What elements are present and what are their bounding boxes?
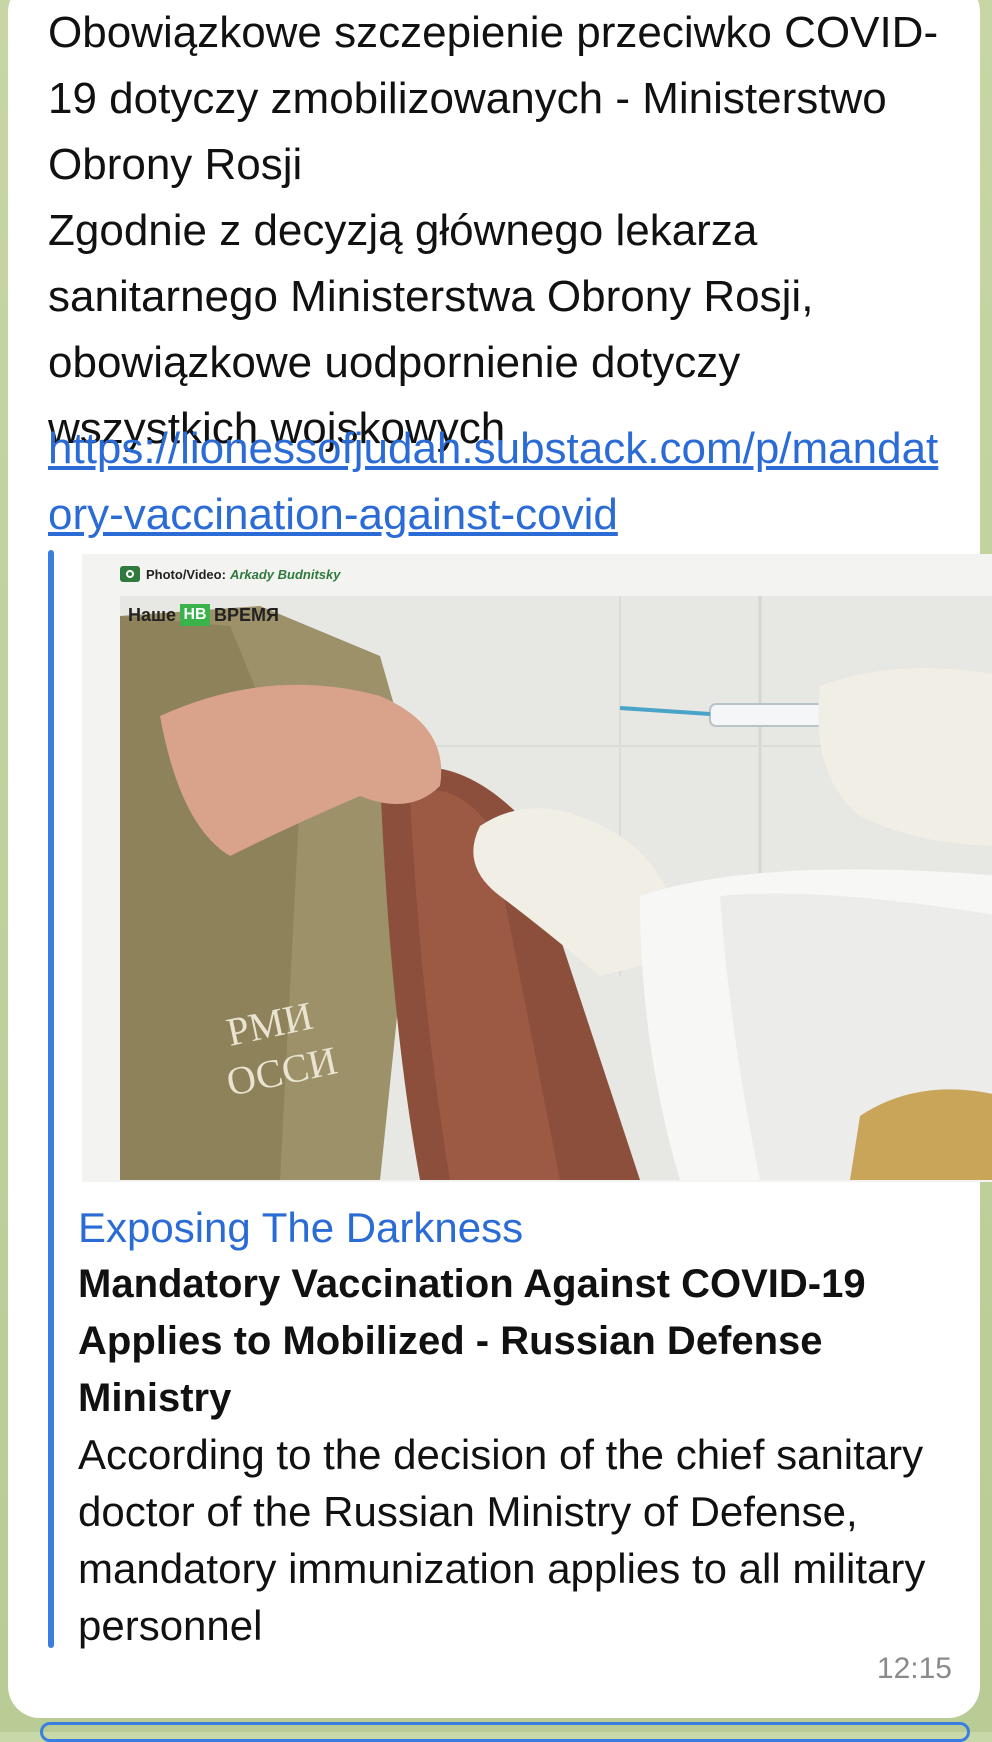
vaccination-illustration: РМИ ОССИ xyxy=(120,596,992,1180)
vaccination-photo: РМИ ОССИ Наше НВ ВРЕМЯ xyxy=(120,596,992,1180)
preview-description: According to the decision of the chief s… xyxy=(78,1431,926,1649)
preview-title: Mandatory Vaccination Against COVID-19 A… xyxy=(78,1262,866,1420)
message-link[interactable]: https://lionessofjudah.substack.com/p/ma… xyxy=(48,416,958,548)
photo-credit-label: Photo/Video: xyxy=(146,566,226,582)
photo-logo: Наше НВ ВРЕМЯ xyxy=(128,604,279,626)
next-preview-edge xyxy=(40,1722,970,1742)
photo-credit-name: Arkady Budnitsky xyxy=(229,566,341,582)
camera-icon xyxy=(120,566,140,582)
preview-image[interactable]: Photo/Video: Arkady Budnitsky РМИ ОССИ Н… xyxy=(82,554,992,1182)
photo-logo-mid: НВ xyxy=(180,604,211,626)
preview-accent-bar xyxy=(48,550,54,1648)
message-text: Obowiązkowe szczepienie przeciwko COVID-… xyxy=(48,8,939,453)
link-preview[interactable]: Photo/Video: Arkady Budnitsky РМИ ОССИ Н… xyxy=(48,550,992,1649)
photo-credit: Photo/Video: Arkady Budnitsky xyxy=(120,562,340,586)
photo-logo-left: Наше xyxy=(128,604,177,625)
photo-logo-right: ВРЕМЯ xyxy=(214,604,279,625)
message-timestamp: 12:15 xyxy=(876,1652,952,1685)
message-bubble: Obowiązkowe szczepienie przeciwko COVID-… xyxy=(8,0,992,1718)
preview-site-name: Exposing The Darkness xyxy=(78,1204,524,1251)
